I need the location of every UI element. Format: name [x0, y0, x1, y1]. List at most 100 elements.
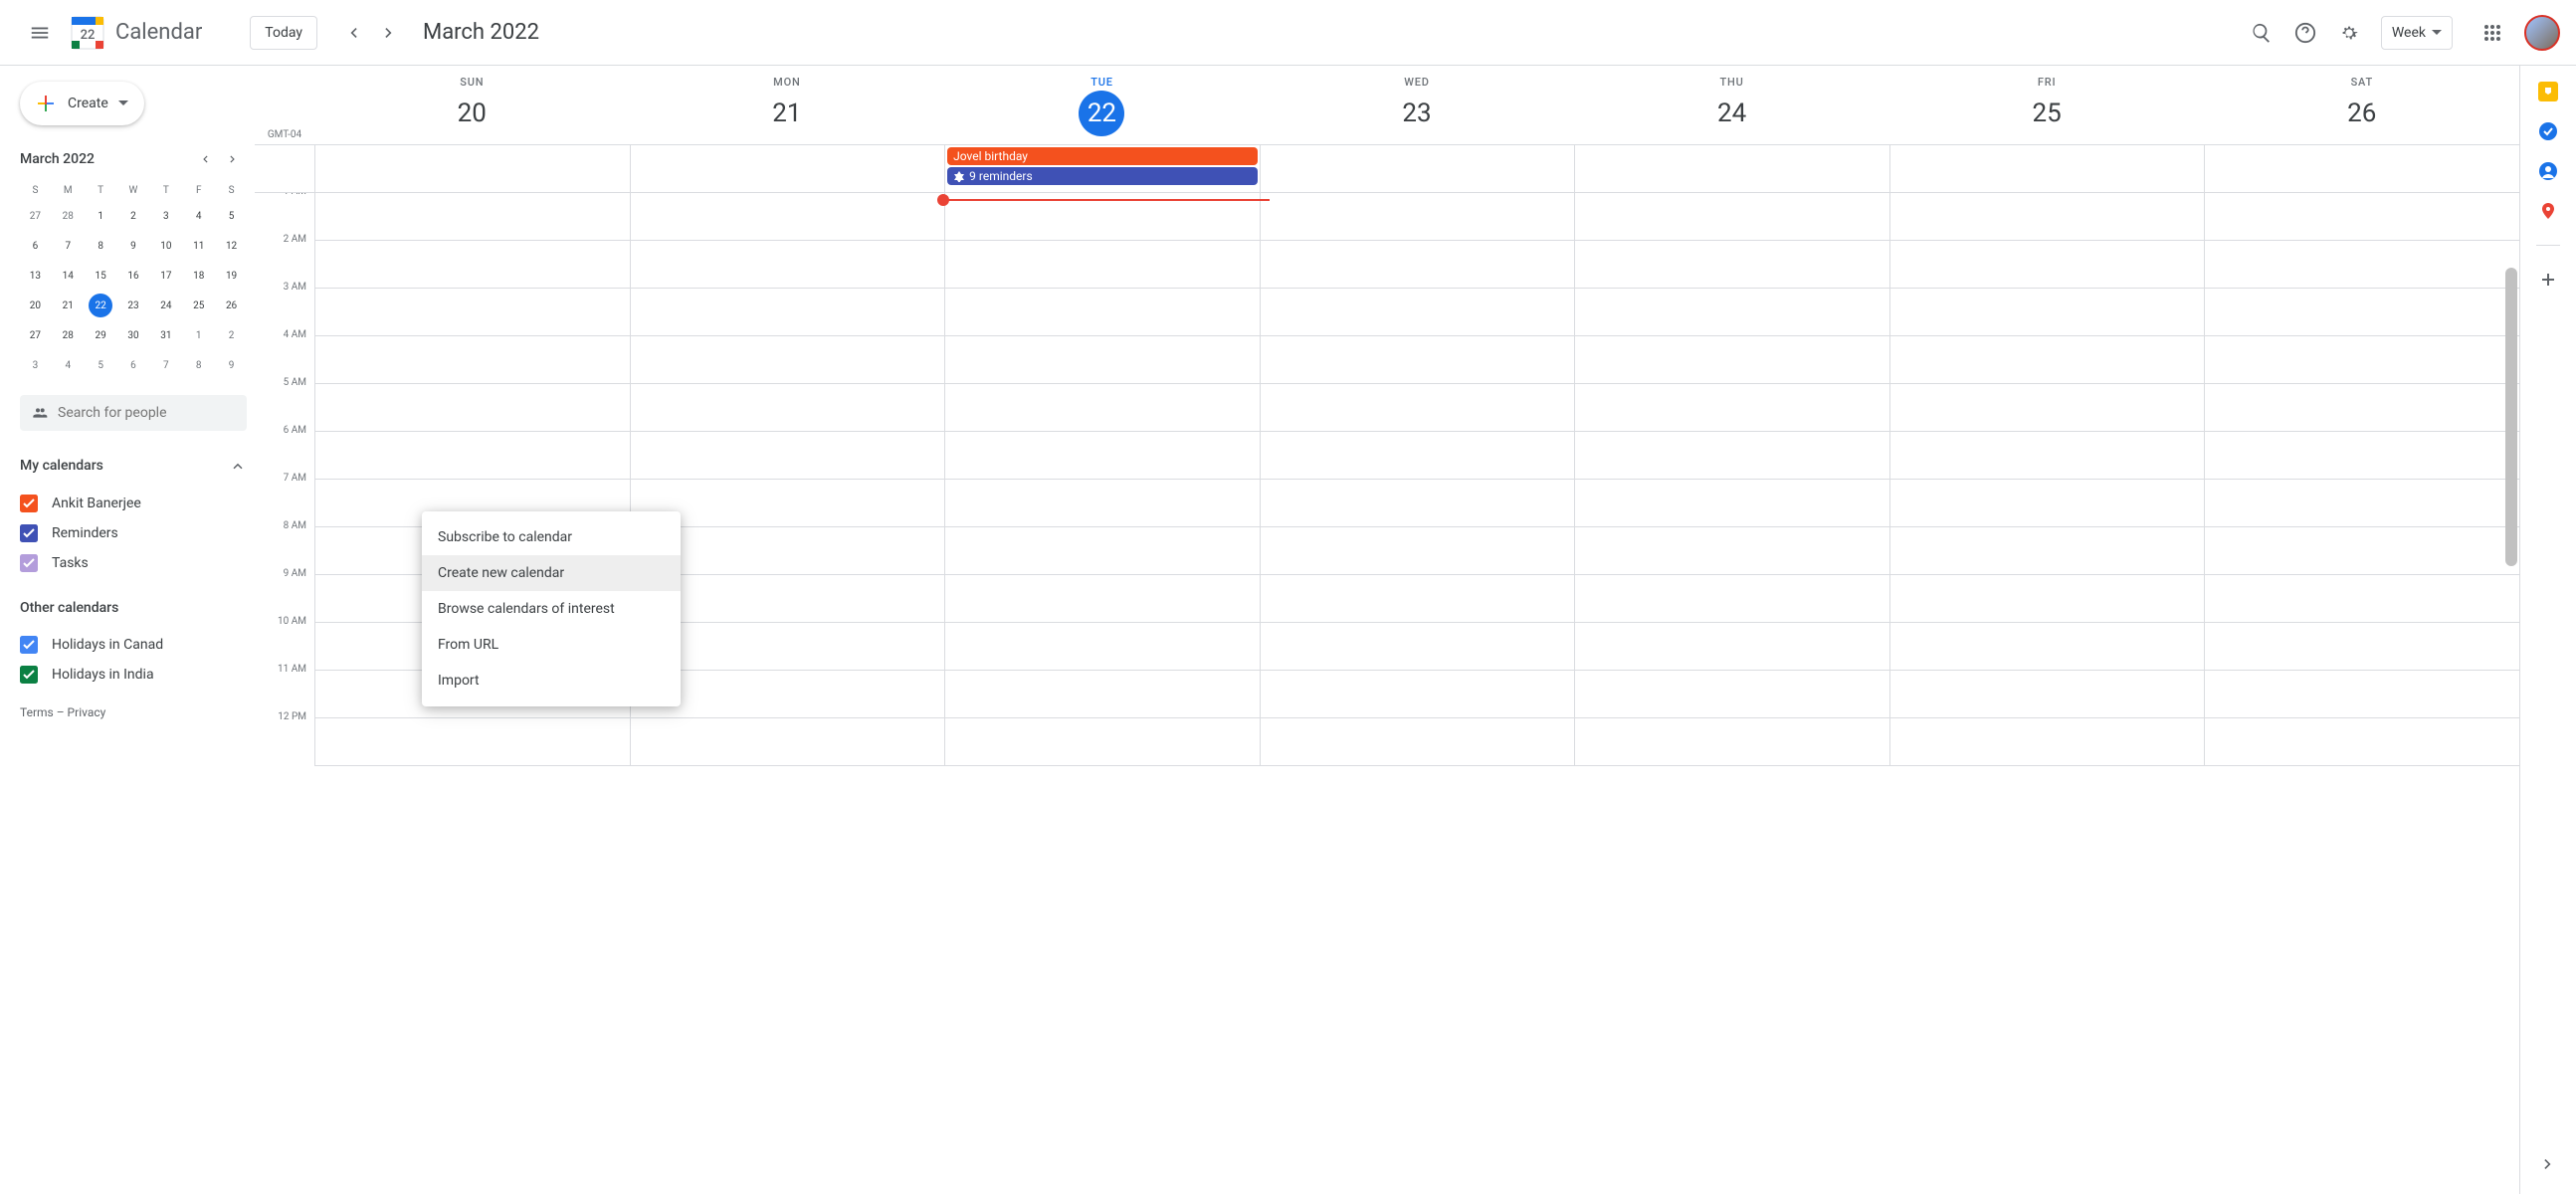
mini-day[interactable]: 24 — [154, 294, 178, 317]
time-slot[interactable] — [945, 384, 1260, 432]
time-slot[interactable] — [1261, 623, 1575, 671]
mini-day[interactable]: 15 — [89, 264, 112, 288]
calendar-checkbox[interactable] — [20, 636, 38, 654]
allday-cell[interactable]: Jovel birthday9 reminders — [944, 145, 1260, 192]
allday-cell[interactable] — [1574, 145, 1889, 192]
search-people-input[interactable] — [58, 405, 235, 421]
time-slot[interactable] — [1575, 241, 1889, 289]
time-slot[interactable] — [2205, 336, 2519, 384]
mini-day[interactable]: 14 — [56, 264, 80, 288]
settings-button[interactable] — [2329, 13, 2369, 53]
allday-cell[interactable] — [1260, 145, 1575, 192]
context-menu-item[interactable]: Browse calendars of interest — [422, 591, 681, 627]
time-slot[interactable] — [1890, 671, 2205, 718]
time-slot[interactable] — [1575, 384, 1889, 432]
time-slot[interactable] — [631, 193, 945, 241]
time-slot[interactable] — [1575, 336, 1889, 384]
mini-day[interactable]: 10 — [154, 234, 178, 258]
mini-day[interactable]: 2 — [220, 323, 244, 347]
time-slot[interactable] — [315, 289, 630, 336]
calendar-item[interactable]: Reminders — [20, 518, 247, 548]
mini-day[interactable]: 28 — [56, 323, 80, 347]
calendar-item[interactable]: Ankit Banerjee — [20, 489, 247, 518]
day-header[interactable]: TUE22 — [944, 76, 1260, 144]
time-slot[interactable] — [945, 432, 1260, 480]
time-slot[interactable] — [315, 718, 630, 766]
today-button[interactable]: Today — [250, 16, 317, 50]
mini-day[interactable]: 8 — [187, 353, 211, 377]
time-slot[interactable] — [1890, 575, 2205, 623]
mini-day[interactable]: 2 — [121, 204, 145, 228]
context-menu-item[interactable]: From URL — [422, 627, 681, 663]
time-slot[interactable] — [1261, 384, 1575, 432]
mini-day[interactable]: 27 — [23, 204, 47, 228]
context-menu-item[interactable]: Subscribe to calendar — [422, 519, 681, 555]
time-slot[interactable] — [945, 241, 1260, 289]
mini-day[interactable]: 31 — [154, 323, 178, 347]
calendar-item[interactable]: Tasks — [20, 548, 247, 578]
time-slot[interactable] — [631, 432, 945, 480]
mini-prev-month[interactable] — [191, 145, 219, 173]
time-slot[interactable] — [1890, 527, 2205, 575]
day-header[interactable]: MON21 — [630, 76, 945, 144]
footer-links[interactable]: Terms – Privacy — [20, 705, 247, 719]
day-header[interactable]: WED23 — [1260, 76, 1575, 144]
time-slot[interactable] — [315, 336, 630, 384]
time-slot[interactable] — [1261, 193, 1575, 241]
other-calendars-toggle[interactable]: Other calendars — [20, 594, 247, 622]
day-number[interactable]: 23 — [1394, 91, 1440, 136]
context-menu-item[interactable]: Create new calendar — [422, 555, 681, 591]
mini-day[interactable]: 23 — [121, 294, 145, 317]
time-slot[interactable] — [2205, 480, 2519, 527]
mini-day[interactable]: 1 — [89, 204, 112, 228]
context-menu-item[interactable]: Import — [422, 663, 681, 698]
contacts-app-icon[interactable] — [2538, 161, 2558, 181]
time-slot[interactable] — [945, 289, 1260, 336]
calendar-checkbox[interactable] — [20, 666, 38, 684]
time-slot[interactable] — [1575, 432, 1889, 480]
time-slot[interactable] — [2205, 289, 2519, 336]
time-slot[interactable] — [1575, 623, 1889, 671]
day-number[interactable]: 24 — [1709, 91, 1755, 136]
create-button[interactable]: Create — [20, 82, 144, 125]
mini-day[interactable]: 29 — [89, 323, 112, 347]
mini-day[interactable]: 11 — [187, 234, 211, 258]
day-number[interactable]: 20 — [449, 91, 495, 136]
calendar-checkbox[interactable] — [20, 524, 38, 542]
time-slot[interactable] — [1575, 671, 1889, 718]
day-header[interactable]: THU24 — [1574, 76, 1889, 144]
time-slot[interactable] — [1890, 623, 2205, 671]
day-number[interactable]: 22 — [1079, 91, 1124, 136]
mini-next-month[interactable] — [219, 145, 247, 173]
time-slot[interactable] — [631, 718, 945, 766]
time-slot[interactable] — [1575, 480, 1889, 527]
mini-day[interactable]: 28 — [56, 204, 80, 228]
day-header[interactable]: FRI25 — [1889, 76, 2205, 144]
time-slot[interactable] — [2205, 384, 2519, 432]
allday-cell[interactable] — [1889, 145, 2205, 192]
event-chip[interactable]: 9 reminders — [947, 167, 1258, 185]
allday-cell[interactable] — [630, 145, 945, 192]
mini-day[interactable]: 6 — [23, 234, 47, 258]
time-slot[interactable] — [1575, 575, 1889, 623]
maps-app-icon[interactable] — [2538, 201, 2558, 221]
mini-day[interactable]: 19 — [220, 264, 244, 288]
account-avatar[interactable] — [2524, 15, 2560, 51]
mini-day[interactable]: 12 — [220, 234, 244, 258]
help-button[interactable] — [2285, 13, 2325, 53]
time-slot[interactable] — [945, 336, 1260, 384]
time-slot[interactable] — [631, 336, 945, 384]
time-slot[interactable] — [315, 432, 630, 480]
time-slot[interactable] — [1890, 480, 2205, 527]
my-calendars-toggle[interactable]: My calendars — [20, 451, 247, 481]
mini-day[interactable]: 21 — [56, 294, 80, 317]
allday-cell[interactable] — [314, 145, 630, 192]
time-slot[interactable] — [1890, 384, 2205, 432]
mini-day[interactable]: 16 — [121, 264, 145, 288]
time-slot[interactable] — [2205, 193, 2519, 241]
calendar-item[interactable]: Holidays in Canad — [20, 630, 247, 660]
time-slot[interactable] — [945, 718, 1260, 766]
main-menu-button[interactable] — [16, 9, 64, 57]
collapse-panel-button[interactable] — [2538, 1154, 2558, 1178]
search-people-field[interactable] — [20, 395, 247, 431]
